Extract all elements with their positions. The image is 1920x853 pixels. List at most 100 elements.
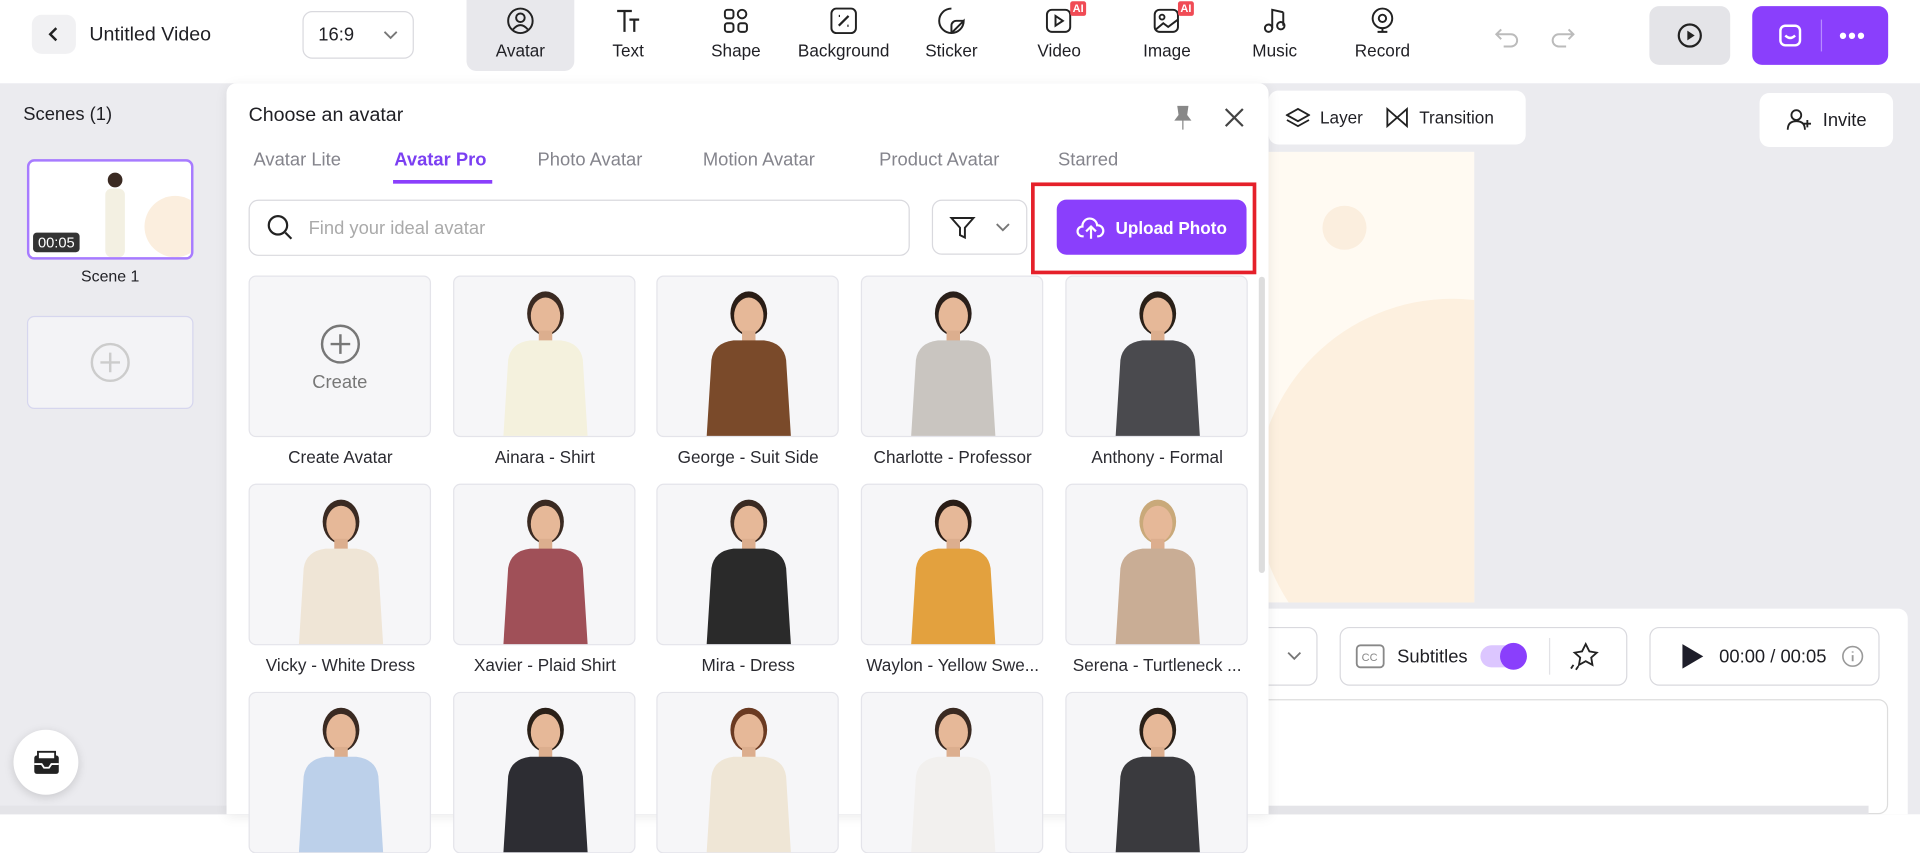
export-button[interactable]: ••• [1752, 6, 1889, 65]
create-avatar-card[interactable]: Create [248, 275, 432, 438]
more-options-icon[interactable]: ••• [1839, 23, 1866, 49]
chevron-down-icon [996, 222, 1010, 231]
upload-photo-button[interactable]: Upload Photo [1056, 199, 1247, 255]
avatar-card[interactable] [1065, 275, 1248, 438]
avatar-name: Mira - Dress [701, 655, 795, 675]
avatar-card[interactable] [1065, 483, 1248, 646]
aspect-ratio-value: 16:9 [318, 24, 355, 46]
tool-shape[interactable]: Shape [682, 0, 790, 71]
tool-text[interactable]: Text [574, 0, 682, 71]
avatar-card[interactable] [453, 483, 636, 646]
video-canvas[interactable] [1268, 151, 1475, 603]
avatar-card[interactable] [860, 483, 1044, 646]
tool-label: Text [612, 40, 644, 61]
avatar-photo [911, 291, 996, 436]
aspect-ratio-select[interactable]: 16:9 [302, 11, 414, 59]
invite-button[interactable]: Invite [1759, 93, 1894, 147]
tool-video[interactable]: AI Video [1005, 0, 1113, 71]
avatar-photo [911, 499, 996, 645]
avatar-card[interactable] [248, 483, 432, 646]
redo-icon[interactable] [1547, 24, 1576, 48]
undo-icon[interactable] [1494, 24, 1523, 48]
cloud-upload-icon [1076, 216, 1105, 239]
tab-avatar-lite[interactable]: Avatar Lite [253, 149, 340, 170]
chevron-left-icon [48, 27, 58, 42]
panel-scrollbar[interactable] [1258, 276, 1265, 574]
pin-icon[interactable] [1172, 105, 1194, 130]
avatar-name: Create Avatar [288, 446, 393, 467]
search-input[interactable]: Find your ideal avatar [248, 199, 910, 256]
tool-record[interactable]: Record [1329, 0, 1437, 71]
transition-button[interactable]: Transition [1419, 108, 1494, 128]
avatar-name: Ainara - Shirt [494, 446, 595, 467]
play-circle-icon [1677, 23, 1702, 48]
avatar-card[interactable] [860, 691, 1044, 853]
tool-avatar[interactable]: Avatar [466, 0, 575, 72]
scene-duration: 00:05 [33, 232, 80, 253]
invite-label: Invite [1822, 109, 1867, 131]
info-icon[interactable] [1841, 645, 1863, 667]
avatar-card[interactable] [453, 691, 636, 853]
avatar-photo [706, 291, 791, 436]
filter-button[interactable] [931, 199, 1028, 255]
tool-label: Record [1354, 40, 1411, 61]
avatar-photo [706, 499, 791, 645]
export-icon [1779, 24, 1802, 47]
avatar-photo [706, 707, 791, 853]
transition-icon [1386, 106, 1408, 129]
plus-circle-icon [90, 342, 130, 383]
avatar-icon [507, 7, 534, 35]
avatar-photo [1115, 707, 1200, 853]
tab-motion-avatar[interactable]: Motion Avatar [703, 149, 815, 170]
scene-thumbnail[interactable]: 00:05 [26, 159, 194, 260]
avatar-photo [1115, 291, 1200, 436]
avatar-card[interactable] [248, 691, 432, 853]
chevron-down-icon [1287, 652, 1302, 661]
avatar-card[interactable] [453, 275, 636, 438]
avatar-card[interactable] [656, 275, 839, 438]
avatar-card[interactable] [860, 275, 1044, 438]
background-icon [830, 7, 857, 35]
tool-image[interactable]: AI Image [1113, 0, 1221, 71]
playback-control: 00:00 / 00:05 [1649, 626, 1880, 686]
avatar-name: Charlotte - Professor [873, 446, 1032, 467]
subtitles-label: Subtitles [1397, 645, 1468, 667]
script-editor[interactable] [1248, 699, 1889, 815]
tab-avatar-pro[interactable]: Avatar Pro [394, 149, 486, 170]
tool-label: Image [1143, 40, 1191, 61]
avatar-name: George - Suit Side [677, 446, 819, 467]
avatar-name: Xavier - Plaid Shirt [473, 655, 616, 675]
shape-icon [723, 8, 748, 33]
subtitles-toggle[interactable] [1479, 642, 1527, 670]
text-icon [617, 9, 640, 32]
preview-button[interactable] [1649, 6, 1731, 65]
avatar-photo [1115, 499, 1200, 645]
avatar-name: Anthony - Formal [1091, 446, 1223, 467]
add-scene-button[interactable] [26, 315, 194, 409]
search-icon [267, 215, 293, 240]
tool-sticker[interactable]: Sticker [898, 0, 1006, 71]
plus-circle-icon [320, 324, 360, 364]
feedback-button[interactable] [13, 729, 79, 795]
layer-button[interactable]: Layer [1320, 108, 1363, 128]
tool-music[interactable]: Music [1221, 0, 1329, 71]
active-tab-underline [393, 180, 493, 184]
tool-label: Background [797, 40, 890, 61]
tab-starred[interactable]: Starred [1058, 149, 1118, 170]
tool-background[interactable]: Background [790, 0, 898, 71]
avatar-card[interactable] [656, 483, 839, 646]
magic-star-icon[interactable] [1567, 640, 1599, 672]
close-icon[interactable] [1224, 108, 1244, 128]
avatar-card[interactable] [656, 691, 839, 853]
avatar-photo [911, 707, 996, 853]
subtitles-control: CC Subtitles [1339, 626, 1628, 686]
tool-label: Avatar [495, 40, 546, 61]
tab-product-avatar[interactable]: Product Avatar [879, 149, 999, 170]
scene-label: Scene 1 [80, 266, 140, 286]
back-button[interactable] [31, 14, 76, 54]
play-icon[interactable] [1680, 643, 1704, 670]
avatar-card[interactable] [1065, 691, 1248, 853]
inbox-icon [33, 750, 59, 774]
project-title[interactable]: Untitled Video [89, 24, 211, 46]
tab-photo-avatar[interactable]: Photo Avatar [538, 149, 643, 170]
